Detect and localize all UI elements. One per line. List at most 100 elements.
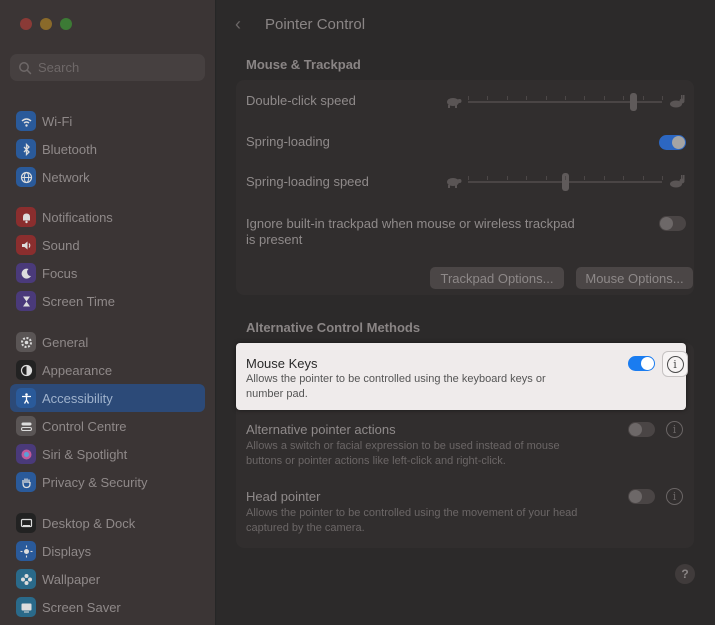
double-click-speed-slider[interactable] (444, 92, 686, 112)
mouse-keys-toggle[interactable] (628, 356, 655, 371)
sidebar-item-control-centre[interactable]: Control Centre (10, 412, 205, 440)
mouse-options-button[interactable]: Mouse Options... (576, 267, 693, 289)
slider-tick (662, 96, 663, 100)
sidebar-item-general[interactable]: General (10, 328, 205, 356)
slider-tick (603, 96, 605, 100)
slider-tick (623, 176, 625, 180)
sidebar-item-wallpaper[interactable]: Wallpaper (10, 565, 205, 593)
zoom-window-button[interactable] (60, 18, 72, 30)
sidebar-item-label: Notifications (42, 209, 113, 225)
sidebar-item-label: Focus (42, 265, 78, 281)
slider-tick (506, 96, 508, 100)
sidebar-item-wi-fi[interactable]: Wi-Fi (10, 107, 205, 135)
page-title: Pointer Control (265, 16, 366, 33)
slider-tick (526, 176, 528, 180)
sidebar-item-label: Screen Time (42, 293, 115, 309)
mouse-keys-info-button[interactable]: i (662, 351, 688, 377)
sidebar-item-appearance[interactable]: Appearance (10, 356, 205, 384)
sidebar-group: Wi-Fi Bluetooth Network (10, 107, 205, 191)
slider-tick (565, 176, 566, 180)
moon-icon (16, 263, 36, 283)
slider-tick (565, 96, 566, 100)
ignore-trackpad-label: Ignore built-in trackpad when mouse or w… (246, 216, 575, 248)
slider-tick (526, 96, 528, 100)
trackpad-options-button[interactable]: Trackpad Options... (430, 267, 564, 289)
sidebar-group: Notifications Sound Focus Screen Time (10, 203, 205, 315)
alt-pointer-toggle[interactable] (628, 422, 655, 437)
sidebar-item-displays[interactable]: Displays (10, 537, 205, 565)
alt-pointer-info-icon[interactable]: i (666, 421, 683, 438)
alt-pointer-label: Alternative pointer actions (246, 422, 396, 437)
head-pointer-info-icon[interactable]: i (666, 488, 683, 505)
alt-pointer-desc-line2: buttons or pointer actions like left-cli… (246, 455, 506, 467)
sidebar-item-notifications[interactable]: Notifications (10, 203, 205, 231)
slider-tick (642, 176, 644, 180)
sidebar-item-label: Privacy & Security (42, 474, 148, 490)
slider-tick (584, 176, 586, 180)
toggle-knob (660, 217, 673, 230)
slider-tick (468, 176, 469, 180)
globe-icon (16, 167, 36, 187)
ignore-trackpad-toggle[interactable] (659, 216, 686, 231)
desktop-icon (16, 513, 36, 533)
help-button[interactable]: ? (675, 564, 695, 584)
flower-icon (16, 569, 36, 589)
sidebar-item-focus[interactable]: Focus (10, 259, 205, 287)
mouse-trackpad-panel: Double-click speed Spring-loading Spring… (236, 80, 694, 295)
sidebar-item-label: Siri & Spotlight (42, 446, 128, 462)
sidebar: Search Wi-Fi Bluetooth Network Notification… (0, 0, 216, 625)
control-centre-icon (16, 416, 36, 436)
slider-thumb[interactable] (629, 93, 637, 111)
sidebar-item-label: Appearance (42, 362, 113, 378)
toggle-knob (672, 136, 685, 149)
titlebar: ‹ Pointer Control (235, 14, 365, 35)
search-placeholder: Search (38, 60, 80, 75)
sidebar-item-label: Desktop & Dock (42, 515, 136, 531)
search-input[interactable]: Search (10, 54, 205, 81)
window-controls (20, 18, 72, 30)
info-icon: i (666, 355, 684, 373)
slider-tick (603, 176, 605, 180)
sidebar-item-privacy-security[interactable]: Privacy & Security (10, 468, 205, 496)
close-window-button[interactable] (20, 18, 32, 30)
double-click-speed-label: Double-click speed (246, 93, 356, 108)
sidebar-item-label: Sound (42, 237, 80, 253)
head-pointer-desc-line2: captured by the camera. (246, 522, 365, 534)
rabbit-icon (670, 95, 685, 108)
spring-loading-speed-slider[interactable] (444, 172, 686, 192)
sidebar-item-sound[interactable]: Sound (10, 231, 205, 259)
toggle-knob (629, 490, 642, 503)
mouse-keys-label: Mouse Keys (246, 356, 318, 371)
gear-icon (16, 332, 36, 352)
sidebar-item-label: Wi-Fi (42, 113, 73, 129)
turtle-icon (447, 178, 462, 188)
sidebar-item-label: Accessibility (42, 390, 113, 406)
sidebar-item-label: Network (42, 169, 90, 185)
mouse-keys-row: Mouse Keys Allows the pointer to be cont… (236, 343, 688, 410)
sidebar-item-bluetooth[interactable]: Bluetooth (10, 135, 205, 163)
sidebar-item-screen-time[interactable]: Screen Time (10, 287, 205, 315)
settings-window: Search Wi-Fi Bluetooth Network Notification… (0, 0, 715, 625)
head-pointer-desc-line1: Allows the pointer to be controlled usin… (246, 507, 578, 519)
sidebar-item-desktop-dock[interactable]: Desktop & Dock (10, 509, 205, 537)
sidebar-item-label: Control Centre (42, 418, 127, 434)
slider-tick (642, 96, 644, 100)
section-title-mouse-trackpad: Mouse & Trackpad (246, 57, 361, 72)
head-pointer-toggle[interactable] (628, 489, 655, 504)
turtle-icon (447, 98, 462, 108)
head-pointer-label: Head pointer (246, 489, 321, 504)
spring-loading-toggle[interactable] (659, 135, 686, 150)
bell-icon (16, 207, 36, 227)
sidebar-item-accessibility[interactable]: Accessibility (10, 384, 205, 412)
rabbit-icon (670, 175, 685, 188)
sidebar-item-screen-saver[interactable]: Screen Saver (10, 593, 205, 621)
mouse-keys-desc: Allows the pointer to be controlled usin… (246, 372, 606, 402)
sidebar-item-network[interactable]: Network (10, 163, 205, 191)
toggle-knob (641, 357, 654, 370)
back-button[interactable]: ‹ (235, 14, 255, 35)
minimize-window-button[interactable] (40, 18, 52, 30)
slider-tick (584, 96, 586, 100)
sidebar-item-siri-spotlight[interactable]: Siri & Spotlight (10, 440, 205, 468)
head-pointer-desc: Allows the pointer to be controlled usin… (246, 506, 616, 536)
bluetooth-icon (16, 139, 36, 159)
